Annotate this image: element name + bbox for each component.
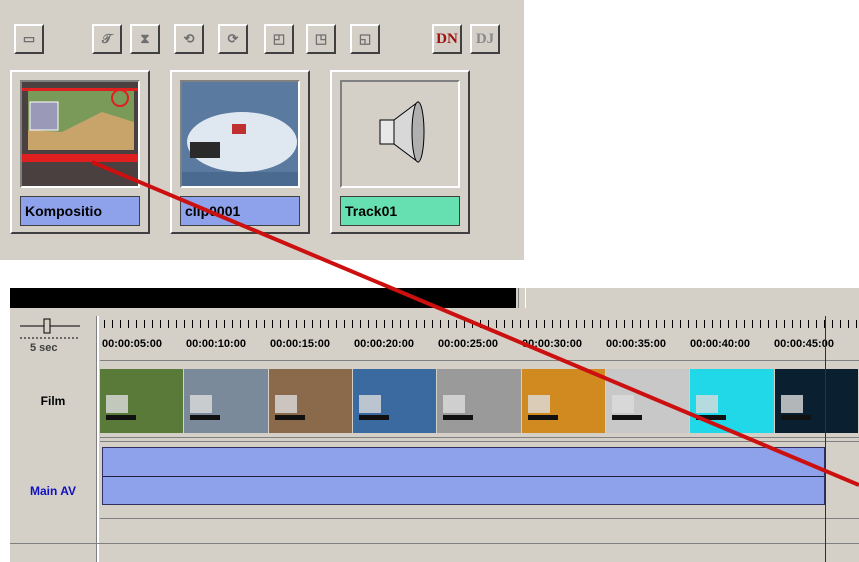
annotation-arrow [91,160,859,487]
